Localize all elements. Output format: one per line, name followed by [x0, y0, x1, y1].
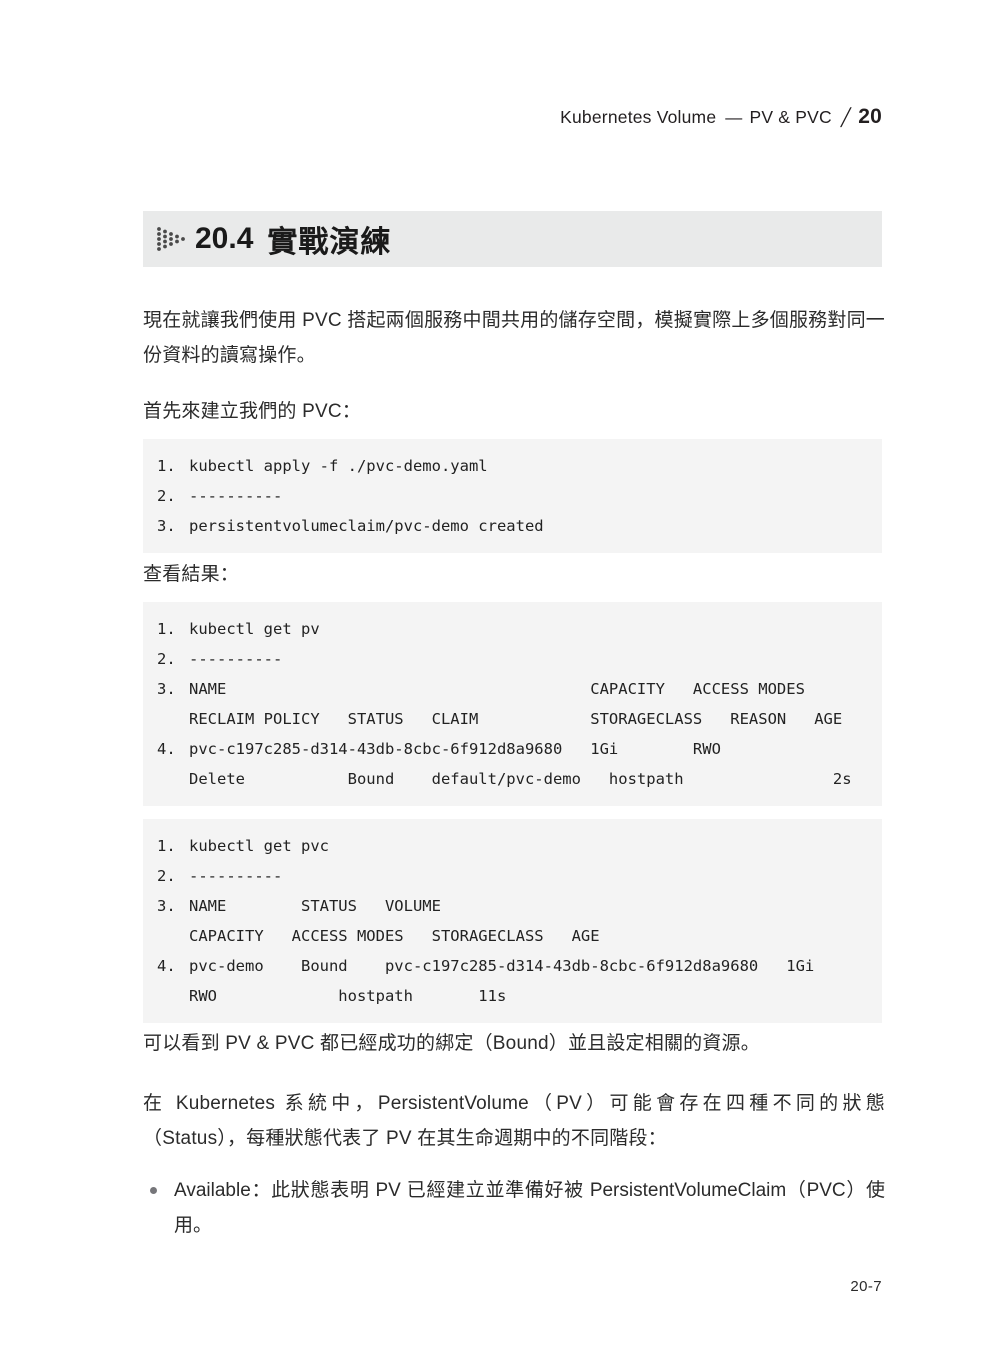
- code-line-number: 4.: [157, 740, 176, 758]
- code-line: 1. kubectl apply -f ./pvc-demo.yaml: [143, 451, 882, 481]
- running-header: Kubernetes Volume — PV & PVC ╱ 20: [560, 105, 882, 129]
- code-line-number: 2.: [157, 487, 176, 505]
- paragraph-status-intro: 在 Kubernetes 系統中，PersistentVolume（PV）可能會…: [143, 1093, 885, 1149]
- code-line-number: 3.: [157, 897, 176, 915]
- code-line-text-part1: NAME CAPACITY ACCESS MODES: [189, 680, 805, 698]
- code-line-text: NAME STATUS VOLUME CAPACITY ACCESS MODES …: [189, 891, 882, 951]
- running-header-dash: —: [725, 108, 743, 127]
- code-line-number: 1.: [157, 620, 176, 638]
- code-line-text: pvc-demo Bound pvc-c197c285-d314-43db-8c…: [189, 951, 882, 1011]
- bullet-dot-icon: [150, 1187, 157, 1194]
- code-line-text-part2: RECLAIM POLICY STATUS CLAIM STORAGECLASS…: [189, 710, 843, 728]
- running-header-title: Kubernetes Volume: [560, 107, 717, 127]
- paragraph-intro: 現在就讓我們使用 PVC 搭起兩個服務中間共用的儲存空間，模擬實際上多個服務對同…: [143, 310, 885, 366]
- section-title: 實戰演練: [267, 226, 392, 259]
- code-line: 2. ----------: [143, 481, 882, 511]
- code-block-apply-pvc: 1. kubectl apply -f ./pvc-demo.yaml 2. -…: [143, 439, 882, 553]
- paragraph-create-pvc: 首先來建立我們的 PVC：: [143, 401, 361, 422]
- running-header-subtitle: PV & PVC: [749, 107, 832, 127]
- code-line: 2. ----------: [143, 861, 882, 891]
- code-line-text: persistentvolumeclaim/pvc-demo created: [189, 517, 544, 535]
- code-line-text-part1: pvc-demo Bound pvc-c197c285-d314-43db-8c…: [189, 957, 815, 975]
- code-line-number: 1.: [157, 457, 176, 475]
- code-line-number: 2.: [157, 650, 176, 668]
- code-line: 3. NAME STATUS VOLUME CAPACITY ACCESS MOD…: [143, 891, 882, 951]
- code-line-text-part2: CAPACITY ACCESS MODES STORAGECLASS AGE: [189, 927, 600, 945]
- code-line-text: NAME CAPACITY ACCESS MODES RECLAIM POLICY…: [189, 674, 882, 734]
- code-line-text: ----------: [189, 867, 283, 885]
- code-line: 4. pvc-demo Bound pvc-c197c285-d314-43db…: [143, 951, 882, 1011]
- code-line-text-part1: pvc-c197c285-d314-43db-8cbc-6f912d8a9680…: [189, 740, 721, 758]
- code-line-text-part2: RWO hostpath 11s: [189, 987, 507, 1005]
- list-item: Available：此狀態表明 PV 已經建立並準備好被 PersistentV…: [143, 1173, 885, 1243]
- code-line-text: kubectl apply -f ./pvc-demo.yaml: [189, 457, 488, 475]
- code-line: 1. kubectl get pvc: [143, 831, 882, 861]
- paragraph-bound-note: 可以看到 PV & PVC 都已經成功的綁定（Bound）並且設定相關的資源。: [143, 1033, 760, 1054]
- section-number: 20.4: [195, 222, 254, 255]
- code-line: 3. NAME CAPACITY ACCESS MODES RECLAIM POL…: [143, 674, 882, 734]
- code-line: 3. persistentvolumeclaim/pvc-demo create…: [143, 511, 882, 541]
- code-block-get-pvc: 1. kubectl get pvc 2. ---------- 3. NAME…: [143, 819, 882, 1023]
- code-line-number: 3.: [157, 517, 176, 535]
- code-line-number: 4.: [157, 957, 176, 975]
- code-line-text: ----------: [189, 487, 283, 505]
- running-header-chapter-number: 20: [858, 105, 882, 128]
- code-line: 2. ----------: [143, 644, 882, 674]
- paragraph-check-result: 查看結果：: [143, 564, 240, 585]
- code-line-number: 3.: [157, 680, 176, 698]
- code-line-text: pvc-c197c285-d314-43db-8cbc-6f912d8a9680…: [189, 734, 882, 794]
- code-line-text: kubectl get pv: [189, 620, 320, 638]
- running-header-slash: ╱: [840, 108, 852, 127]
- code-line-text: kubectl get pvc: [189, 837, 329, 855]
- document-page: Kubernetes Volume — PV & PVC ╱ 20 20.4 實…: [0, 0, 1000, 1353]
- dotted-arrow-icon: [157, 227, 185, 251]
- footer-page-number: 20-7: [850, 1278, 882, 1295]
- section-heading: 20.4 實戰演練: [143, 211, 882, 267]
- code-block-get-pv: 1. kubectl get pv 2. ---------- 3. NAME …: [143, 602, 882, 806]
- code-line-text-part2: Delete Bound default/pvc-demo hostpath 2…: [189, 770, 852, 788]
- code-line: 4. pvc-c197c285-d314-43db-8cbc-6f912d8a9…: [143, 734, 882, 794]
- code-line-text-part1: NAME STATUS VOLUME: [189, 897, 441, 915]
- code-line-number: 1.: [157, 837, 176, 855]
- list-item-label: Available：此狀態表明 PV 已經建立並準備好被 PersistentV…: [174, 1180, 885, 1236]
- code-line-text: ----------: [189, 650, 283, 668]
- code-line-number: 2.: [157, 867, 176, 885]
- code-line: 1. kubectl get pv: [143, 614, 882, 644]
